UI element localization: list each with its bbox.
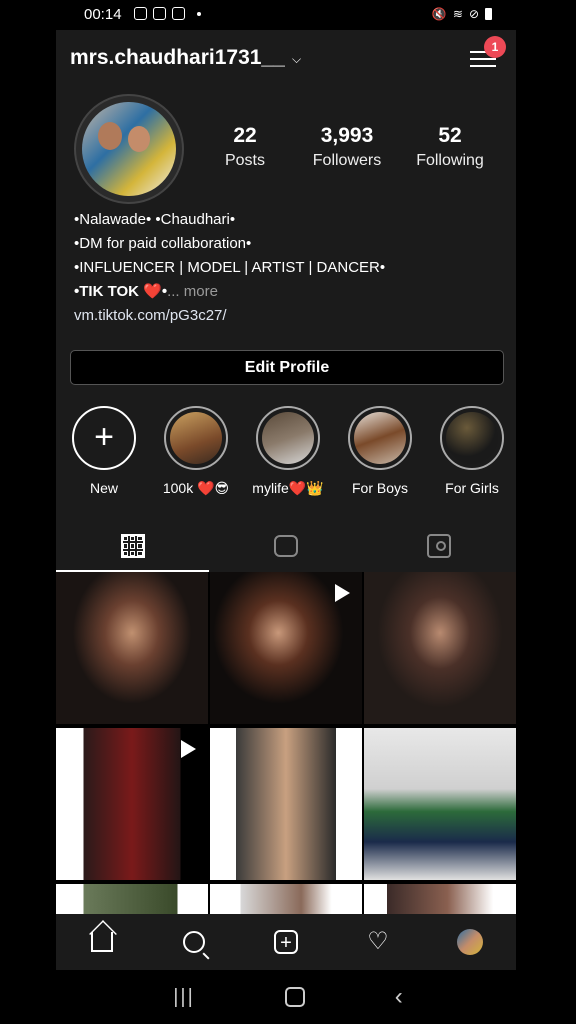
- nav-home[interactable]: [82, 922, 122, 962]
- status-notification-icons: [134, 7, 201, 20]
- posts-count: 22: [233, 124, 257, 147]
- tagged-icon: [426, 534, 451, 558]
- post-thumbnail[interactable]: [364, 728, 516, 880]
- nav-create[interactable]: +: [266, 922, 306, 962]
- video-play-icon: [335, 584, 350, 602]
- bio-line: •TIK TOK ❤️•... more: [74, 280, 385, 304]
- post-thumbnail[interactable]: [56, 572, 208, 724]
- highlight-cover: [256, 406, 320, 470]
- post-thumbnail[interactable]: [364, 572, 516, 724]
- followers-count: 3,993: [320, 124, 374, 147]
- video-play-icon: [181, 740, 196, 758]
- tab-tagged[interactable]: [362, 522, 515, 570]
- recents-icon[interactable]: |||: [173, 986, 195, 1009]
- post-thumbnail[interactable]: [210, 572, 362, 724]
- profile-avatar-small: [457, 929, 483, 955]
- nav-search[interactable]: [174, 922, 214, 962]
- username-switcher[interactable]: mrs.chaudhari1731__: [70, 46, 285, 70]
- battery-icon: [485, 8, 492, 20]
- profile-bio: •Nalawade• •Chaudhari• •DM for paid coll…: [74, 208, 385, 328]
- status-bar: 00:14 🔇 ≋ ⊘: [0, 0, 576, 30]
- status-system-icons: 🔇 ≋ ⊘: [432, 7, 492, 21]
- bio-line: •DM for paid collaboration•: [74, 235, 252, 252]
- nav-activity[interactable]: ♡: [358, 922, 398, 962]
- tab-posts-grid[interactable]: [56, 522, 209, 572]
- gallery-icon: [153, 7, 166, 20]
- highlight-new[interactable]: + New: [58, 406, 150, 496]
- highlight-label: New: [89, 480, 118, 496]
- plus-icon: +: [94, 418, 114, 456]
- followers-label: Followers: [312, 152, 382, 169]
- highlight-label: For Girls: [445, 480, 499, 496]
- following-count: 52: [438, 124, 462, 147]
- edit-profile-button[interactable]: Edit Profile: [70, 350, 504, 385]
- grid-icon: [120, 534, 145, 558]
- post-thumbnail[interactable]: [56, 728, 208, 880]
- profile-header: mrs.chaudhari1731__ ⌵ 1: [56, 30, 516, 90]
- highlight-label: 100k ❤️😎: [162, 480, 230, 496]
- heart-icon: ♡: [367, 928, 389, 955]
- notification-badge: 1: [484, 36, 506, 58]
- posts-label: Posts: [224, 152, 265, 169]
- search-icon: [183, 931, 205, 953]
- highlight-cover: [440, 406, 504, 470]
- status-time: 00:14: [84, 6, 122, 23]
- wifi-icon: ≋: [452, 7, 463, 21]
- profile-tabs: [56, 522, 516, 573]
- igtv-icon: [273, 535, 298, 557]
- instagram-icon: [134, 7, 147, 20]
- back-icon[interactable]: ‹: [395, 983, 403, 1011]
- bottom-navigation: + ♡: [56, 914, 516, 970]
- system-navigation: ||| ‹: [0, 970, 576, 1024]
- add-post-icon: +: [274, 930, 298, 954]
- followers-stat[interactable]: 3,993 Followers: [297, 124, 397, 170]
- highlight-mylife[interactable]: mylife❤️👑: [242, 406, 334, 497]
- dnd-icon: ⊘: [468, 7, 479, 21]
- following-stat[interactable]: 52 Following: [400, 124, 500, 170]
- bio-more-link[interactable]: ... more: [167, 283, 218, 300]
- highlight-100k[interactable]: 100k ❤️😎: [150, 406, 242, 497]
- highlight-label: For Boys: [351, 480, 408, 496]
- nav-profile[interactable]: [450, 922, 490, 962]
- highlight-cover: [348, 406, 412, 470]
- highlight-for-boys[interactable]: For Boys: [334, 406, 426, 496]
- instagram-app: mrs.chaudhari1731__ ⌵ 1 22 Posts 3,993 F…: [56, 30, 516, 970]
- add-highlight-button[interactable]: +: [72, 406, 136, 470]
- more-dot-icon: [197, 11, 201, 16]
- posts-stat[interactable]: 22 Posts: [195, 124, 295, 170]
- profile-avatar[interactable]: [74, 94, 184, 204]
- bio-line: •INFLUENCER | MODEL | ARTIST | DANCER•: [74, 259, 386, 276]
- posts-grid: [56, 572, 516, 952]
- bio-bold-text: •TIK TOK ❤️•: [74, 283, 168, 300]
- highlight-cover: [164, 406, 228, 470]
- post-thumbnail[interactable]: [210, 728, 362, 880]
- highlight-for-girls[interactable]: For Girls: [426, 406, 516, 496]
- mute-icon: 🔇: [431, 7, 447, 21]
- tab-igtv[interactable]: [209, 522, 362, 570]
- bio-line: •Nalawade• •Chaudhari•: [74, 211, 236, 228]
- bio-website-link[interactable]: vm.tiktok.com/pG3c27/: [74, 304, 385, 328]
- chevron-down-icon[interactable]: ⌵: [292, 52, 301, 67]
- highlight-label: mylife❤️👑: [252, 480, 324, 496]
- instagram-icon: [172, 7, 185, 20]
- home-button-icon[interactable]: [284, 987, 305, 1007]
- home-icon: [91, 932, 113, 952]
- following-label: Following: [416, 152, 484, 169]
